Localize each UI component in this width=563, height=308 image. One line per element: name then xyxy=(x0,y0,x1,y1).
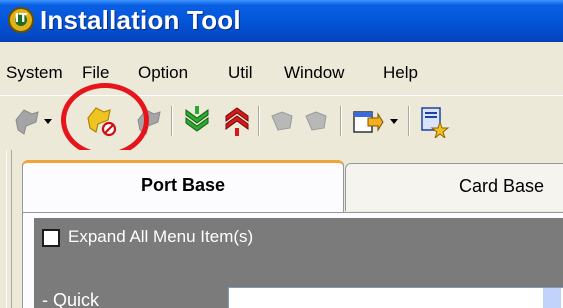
toolbar-separator xyxy=(340,106,342,136)
title-bar: IT Installation Tool xyxy=(0,0,563,42)
app-logo-glyph: IT xyxy=(14,11,28,25)
tab-card-base[interactable]: Card Base xyxy=(345,163,563,211)
dropdown-arrow-icon[interactable] xyxy=(44,119,52,124)
toolbar-separator xyxy=(408,106,410,136)
left-frame-border xyxy=(6,150,12,308)
refresh-icon[interactable] xyxy=(132,104,166,138)
report-icon[interactable] xyxy=(416,104,450,140)
connect-icon[interactable] xyxy=(10,104,44,138)
quick-label: - Quick xyxy=(42,290,100,308)
app-logo-icon[interactable]: IT xyxy=(8,7,34,33)
upload-icon[interactable] xyxy=(220,104,254,138)
menu-util[interactable]: Util xyxy=(228,63,253,83)
menu-bar: System File Option Util Window Help xyxy=(0,55,563,89)
menu-file[interactable]: File xyxy=(82,63,109,83)
window-title: Installation Tool xyxy=(40,5,241,35)
menu-window[interactable]: Window xyxy=(284,63,344,83)
download-icon[interactable] xyxy=(180,104,214,138)
resume-icon[interactable] xyxy=(300,104,334,138)
menu-system[interactable]: System xyxy=(6,63,63,83)
dropdown-arrow-icon[interactable] xyxy=(390,119,398,124)
disconnect-icon[interactable] xyxy=(84,104,118,138)
tab-port-base[interactable]: Port Base xyxy=(22,160,344,212)
pause-icon[interactable] xyxy=(266,104,300,138)
toolbar-separator xyxy=(258,106,260,136)
export-icon[interactable] xyxy=(350,104,384,138)
quick-select[interactable] xyxy=(228,287,563,308)
toolbar xyxy=(0,95,563,145)
expand-all-label: Expand All Menu Item(s) xyxy=(68,227,254,246)
menu-help[interactable]: Help xyxy=(383,63,418,83)
toolbar-separator xyxy=(171,106,173,136)
expand-all-checkbox[interactable] xyxy=(42,229,60,247)
chevron-down-icon[interactable] xyxy=(543,288,561,308)
menu-option[interactable]: Option xyxy=(138,63,188,83)
